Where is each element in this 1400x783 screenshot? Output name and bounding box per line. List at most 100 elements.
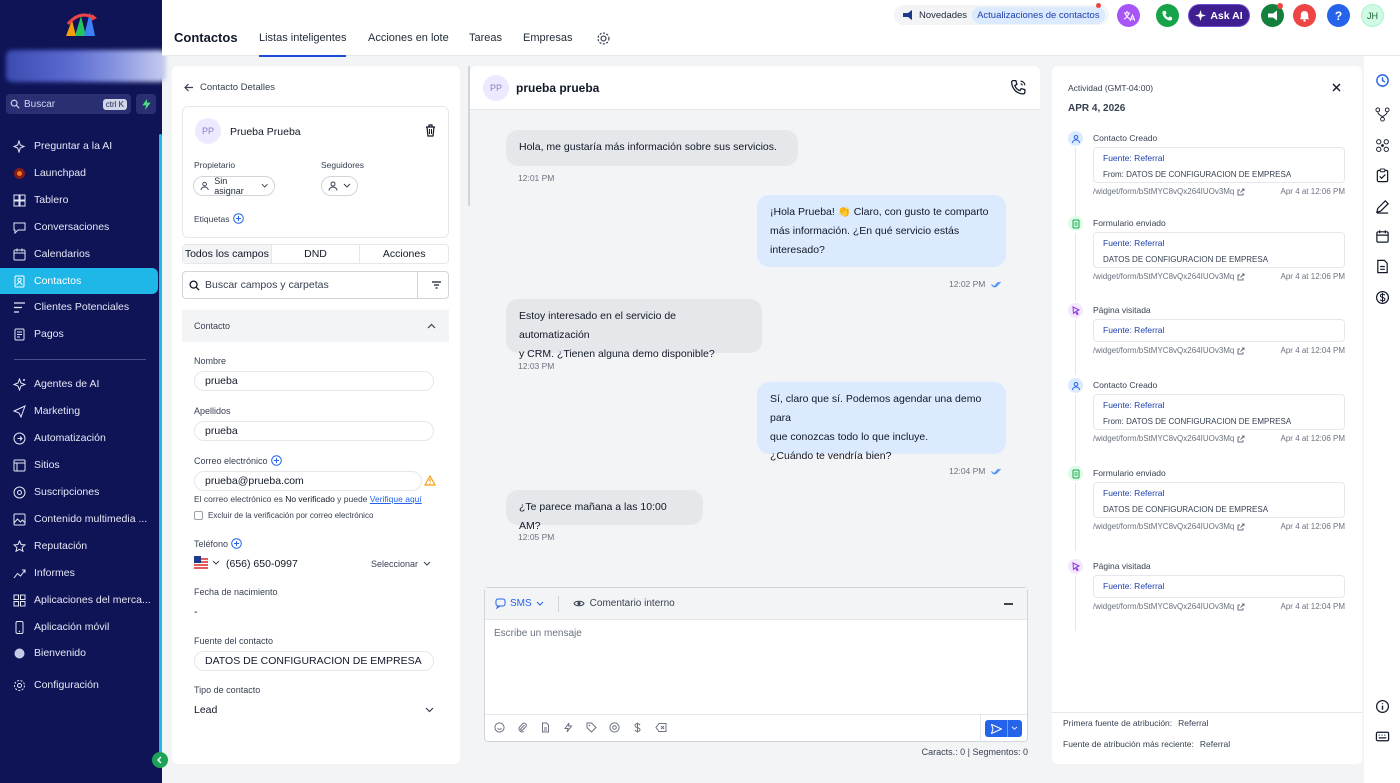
back-link[interactable]: Contacto Detalles (184, 82, 275, 93)
pen-icon[interactable] (1375, 199, 1390, 214)
sidebar-scrollbar[interactable] (159, 134, 162, 754)
attachment-icon[interactable] (517, 722, 528, 733)
contact-section-header[interactable]: Contacto (182, 310, 449, 342)
phone-type-select[interactable]: Seleccionar (371, 559, 431, 569)
contact-type-value[interactable]: Lead (194, 704, 217, 716)
sidebar-item-pagos[interactable]: Pagos (0, 321, 158, 347)
tab-companies[interactable]: Empresas (523, 32, 573, 44)
trash-icon[interactable] (425, 124, 436, 137)
emoji-icon[interactable] (494, 722, 505, 733)
sidebar-collapse-button[interactable] (152, 752, 168, 768)
minimize-icon[interactable] (1004, 603, 1013, 605)
activity-url[interactable]: /widget/form/bStMYC8vQx264IUOv3Mq (1093, 522, 1234, 531)
activity-url[interactable]: /widget/form/bStMYC8vQx264IUOv3Mq (1093, 346, 1234, 355)
internal-comment-toggle[interactable]: Comentario interno (573, 598, 675, 609)
integrations-icon[interactable] (1375, 138, 1390, 153)
external-link-icon[interactable] (1237, 273, 1245, 281)
sidebar-item-aplicación-móvil[interactable]: Aplicación móvil (0, 614, 158, 640)
external-link-icon[interactable] (1237, 347, 1245, 355)
sidebar-item-bienvenido[interactable]: Bienvenido (0, 640, 158, 666)
external-link-icon[interactable] (1237, 523, 1245, 531)
channel-select[interactable]: SMS (495, 598, 544, 609)
clock-icon[interactable] (609, 722, 620, 733)
notes-icon[interactable] (1375, 259, 1390, 274)
info-icon[interactable] (1375, 699, 1390, 714)
external-link-icon[interactable] (1237, 188, 1245, 196)
sidebar-item-automatización[interactable]: Automatización (0, 425, 158, 451)
tab-actions[interactable]: Acciones (360, 245, 448, 263)
clear-icon[interactable] (655, 722, 667, 733)
activity-url[interactable]: /widget/form/bStMYC8vQx264IUOv3Mq (1093, 602, 1234, 611)
dob-value[interactable]: - (194, 606, 198, 618)
news-update-badge[interactable]: Actualizaciones de contactos (972, 6, 1105, 24)
sidebar-item-clientes-potenciales[interactable]: Clientes Potenciales (0, 294, 158, 320)
add-tag-icon[interactable] (233, 213, 245, 224)
activity-history-icon[interactable] (1375, 73, 1390, 88)
external-link-icon[interactable] (1237, 603, 1245, 611)
calendar-icon[interactable] (1375, 229, 1390, 244)
call-icon[interactable] (1010, 79, 1027, 96)
ask-ai-button[interactable]: Ask AI (1188, 4, 1250, 27)
payments-icon[interactable] (1375, 290, 1390, 305)
country-code-select[interactable] (194, 556, 220, 570)
tab-bulk-actions[interactable]: Acciones en lote (368, 32, 449, 44)
tab-dnd[interactable]: DND (272, 245, 361, 263)
sidebar-item-calendarios[interactable]: Calendarios (0, 241, 158, 267)
phone-value[interactable]: (656) 650-0997 (226, 558, 298, 570)
add-email-icon[interactable] (270, 455, 282, 466)
sidebar-item-suscripciones[interactable]: Suscripciones (0, 479, 158, 505)
sidebar-item-informes[interactable]: Informes (0, 560, 158, 586)
message-input[interactable]: Escribe un mensaje (494, 628, 582, 639)
sidebar-item-configuración[interactable]: Configuración (0, 672, 158, 698)
sidebar-item-sitios[interactable]: Sitios (0, 452, 158, 478)
filter-icon[interactable] (431, 280, 442, 290)
sidebar-item-launchpad[interactable]: Launchpad (0, 160, 158, 186)
activity-url[interactable]: /widget/form/bStMYC8vQx264IUOv3Mq (1093, 434, 1234, 443)
account-switcher[interactable] (6, 50, 166, 82)
send-button[interactable] (985, 720, 1022, 737)
first-name-input[interactable]: prueba (194, 371, 434, 391)
sidebar-item-tablero[interactable]: Tablero (0, 187, 158, 213)
user-avatar[interactable]: JH (1361, 4, 1384, 27)
sidebar-item-reputación[interactable]: Reputación (0, 533, 158, 559)
close-icon[interactable] (1332, 83, 1341, 92)
email-input[interactable]: prueba@prueba.com (194, 471, 422, 491)
source-input[interactable]: DATOS DE CONFIGURACION DE EMPRESA (194, 651, 434, 671)
add-phone-icon[interactable] (231, 538, 242, 549)
activity-url[interactable]: /widget/form/bStMYC8vQx264IUOv3Mq (1093, 187, 1234, 196)
tasks-icon[interactable] (1375, 168, 1390, 183)
sidebar-item-aplicaciones-del-merca[interactable]: Aplicaciones del merca... (0, 587, 158, 613)
chevron-down-icon[interactable] (425, 707, 434, 713)
dollar-icon[interactable] (632, 722, 643, 733)
owner-select[interactable]: Sin asignar (193, 176, 275, 196)
tab-tasks[interactable]: Tareas (469, 32, 502, 44)
document-icon[interactable] (540, 722, 551, 733)
sidebar-item-agentes-de-ai[interactable]: Agentes de AI (0, 371, 158, 397)
last-name-input[interactable]: prueba (194, 421, 434, 441)
help-button[interactable]: ? (1327, 4, 1350, 27)
tab-all-fields[interactable]: Todos los campos (183, 245, 272, 263)
bolt-icon[interactable] (563, 722, 574, 733)
ai-assistant-button[interactable] (1117, 4, 1140, 27)
notifications-button[interactable] (1293, 4, 1316, 27)
activity-url[interactable]: /widget/form/bStMYC8vQx264IUOv3Mq (1093, 272, 1234, 281)
keyboard-icon[interactable] (1375, 729, 1390, 744)
tag-icon[interactable] (586, 722, 597, 733)
external-link-icon[interactable] (1237, 435, 1245, 443)
workflow-icon[interactable] (1375, 107, 1390, 122)
news-pill[interactable]: Novedades Actualizaciones de contactos (894, 5, 1109, 25)
quick-action-button[interactable] (136, 94, 156, 114)
followers-select[interactable] (321, 176, 358, 196)
sidebar-item-contenido-multimedia[interactable]: Contenido multimedia ... (0, 506, 158, 532)
exclude-verification-checkbox[interactable] (194, 511, 203, 520)
sidebar-item-preguntar-a-la-ai[interactable]: Preguntar a la AI (0, 133, 158, 159)
phone-button[interactable] (1156, 4, 1179, 27)
verify-email-link[interactable]: Verifique aquí (370, 494, 422, 504)
field-search-input[interactable]: Buscar campos y carpetas (182, 271, 449, 299)
tab-smart-lists[interactable]: Listas inteligentes (259, 32, 347, 57)
sidebar-search[interactable]: Buscar ctrl K (6, 94, 131, 114)
sidebar-item-contactos[interactable]: Contactos (0, 268, 158, 294)
sidebar-item-marketing[interactable]: Marketing (0, 398, 158, 424)
sidebar-item-conversaciones[interactable]: Conversaciones (0, 214, 158, 240)
gear-icon[interactable] (596, 31, 611, 46)
